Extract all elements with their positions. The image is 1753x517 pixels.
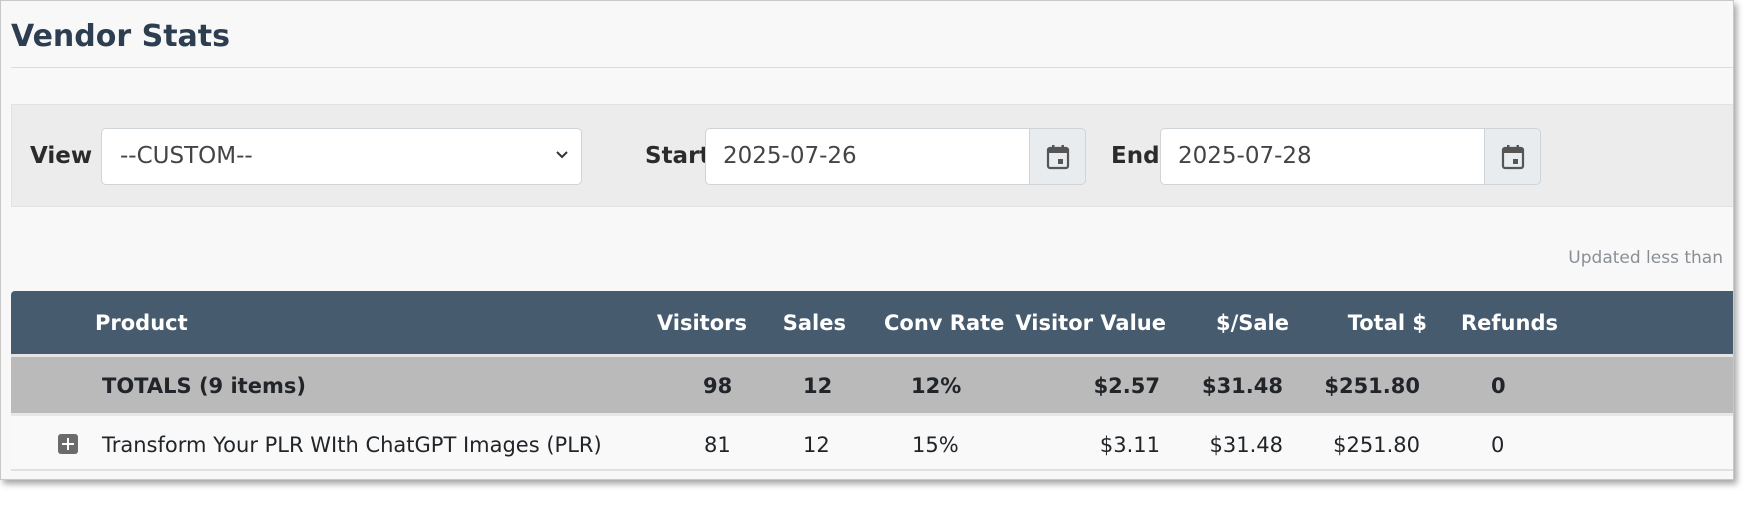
view-select[interactable]: --CUSTOM-- [101,128,582,185]
end-label: End [1111,143,1160,169]
calendar-icon [1501,145,1525,170]
table-row: Transform Your PLR WIth ChatGPT Images (… [11,413,1733,471]
title-divider [11,67,1733,68]
totals-sales: 12 [803,374,833,398]
start-calendar-button[interactable] [1030,128,1086,185]
col-sales[interactable]: Sales [783,311,846,335]
row-product: Transform Your PLR WIth ChatGPT Images (… [102,433,602,457]
col-conv-rate[interactable]: Conv Rate [884,311,1004,335]
row-conv-rate: 15% [912,433,959,457]
totals-total: $251.80 [1324,374,1420,398]
totals-row: TOTALS (9 items) 98 12 12% $2.57 $31.48 … [11,354,1733,413]
row-visitors: 81 [704,433,731,457]
col-product[interactable]: Product [95,311,188,335]
view-select-value: --CUSTOM-- [120,143,253,169]
start-label: Start [645,143,711,169]
col-visitors[interactable]: Visitors [657,311,747,335]
expand-plus-icon[interactable] [58,434,78,454]
end-calendar-button[interactable] [1485,128,1541,185]
totals-conv-rate: 12% [911,374,962,398]
end-date-input[interactable]: 2025-07-28 [1160,128,1485,185]
start-date-value: 2025-07-26 [723,143,857,169]
col-visitor-value[interactable]: Visitor Value [1015,311,1166,335]
calendar-icon [1046,145,1070,170]
view-label: View [30,143,93,169]
col-refunds[interactable]: Refunds [1461,311,1558,335]
filter-bar: View --CUSTOM-- Start 2025-07-26 End 202… [11,104,1733,207]
row-per-sale: $31.48 [1209,433,1283,457]
totals-refunds: 0 [1491,374,1506,398]
end-date-value: 2025-07-28 [1178,143,1312,169]
table-header: Product Visitors Sales Conv Rate Visitor… [11,291,1733,354]
stats-table: Product Visitors Sales Conv Rate Visitor… [11,291,1733,471]
chevron-down-icon [556,151,568,159]
row-sales: 12 [803,433,830,457]
totals-label: TOTALS (9 items) [102,374,306,398]
vendor-stats-panel: Vendor Stats View --CUSTOM-- Start 2025-… [0,0,1734,480]
row-refunds: 0 [1491,433,1505,457]
updated-status: Updated less than [1568,248,1723,268]
col-per-sale[interactable]: $/Sale [1216,311,1289,335]
page-title: Vendor Stats [11,19,230,54]
totals-per-sale: $31.48 [1201,374,1283,398]
start-date-input[interactable]: 2025-07-26 [705,128,1030,185]
row-total: $251.80 [1333,433,1420,457]
row-visitor-value: $3.11 [1099,433,1160,457]
totals-visitors: 98 [703,374,733,398]
totals-visitor-value: $2.57 [1093,374,1160,398]
col-total[interactable]: Total $ [1348,311,1427,335]
